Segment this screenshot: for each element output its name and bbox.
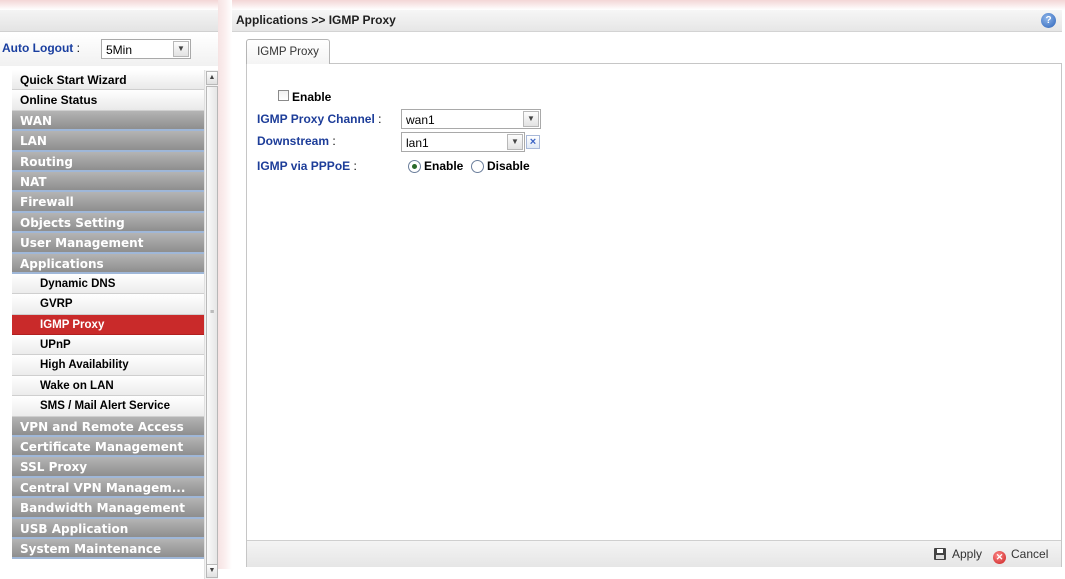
sidebar-item-igmp-proxy[interactable]: IGMP Proxy bbox=[12, 314, 204, 336]
sidebar: Auto Logout : 5Min ▼ Quick Start Wizard O… bbox=[0, 10, 218, 579]
sidebar-item-applications[interactable]: Applications bbox=[12, 253, 204, 274]
sidebar-item-system-maintenance[interactable]: System Maintenance bbox=[12, 538, 204, 560]
sidebar-item-routing[interactable]: Routing bbox=[12, 151, 204, 172]
sidebar-item-vpn-and-remote-access[interactable]: VPN and Remote Access bbox=[12, 416, 204, 438]
downstream-label: Downstream : bbox=[257, 134, 336, 148]
sidebar-item-sms-mail-alert-service[interactable]: SMS / Mail Alert Service bbox=[12, 396, 204, 417]
auto-logout-select[interactable]: 5Min ▼ bbox=[101, 39, 191, 59]
pppoe-disable-radio[interactable] bbox=[471, 160, 484, 173]
auto-logout-bar: Auto Logout : 5Min ▼ bbox=[0, 34, 218, 66]
proxy-channel-select[interactable]: wan1 ▼ bbox=[401, 109, 541, 129]
sidebar-item-usb-application[interactable]: USB Application bbox=[12, 518, 204, 539]
sidebar-item-nat[interactable]: NAT bbox=[12, 171, 204, 193]
sidebar-menu: Quick Start Wizard Online Status WAN LAN Rou… bbox=[12, 70, 204, 560]
pppoe-label: IGMP via PPPoE : bbox=[257, 159, 357, 173]
sidebar-item-user-management[interactable]: User Management bbox=[12, 233, 204, 254]
help-icon[interactable]: ? bbox=[1041, 13, 1056, 28]
sidebar-item-high-availability[interactable]: High Availability bbox=[12, 355, 204, 376]
title-bar: Applications >> IGMP Proxy ? bbox=[232, 10, 1062, 32]
sidebar-item-firewall[interactable]: Firewall bbox=[12, 192, 204, 213]
pppoe-disable-label: Disable bbox=[487, 159, 530, 173]
frame-divider bbox=[218, 0, 232, 569]
pppoe-enable-label: Enable bbox=[424, 159, 464, 173]
cancel-button[interactable]: ✕ Cancel bbox=[993, 547, 1048, 564]
sidebar-item-wake-on-lan[interactable]: Wake on LAN bbox=[12, 375, 204, 397]
main-panel: IGMP Proxy Enable IGMP Proxy Channel : w… bbox=[246, 39, 1062, 567]
top-strip bbox=[0, 0, 1065, 10]
scroll-up-icon[interactable]: ▲ bbox=[206, 71, 218, 85]
sidebar-item-bandwidth-management[interactable]: Bandwidth Management bbox=[12, 498, 204, 519]
chevron-down-icon: ▼ bbox=[507, 134, 523, 150]
sidebar-item-central-vpn-managem[interactable]: Central VPN Managem... bbox=[12, 477, 204, 499]
sidebar-item-quick-start-wizard[interactable]: Quick Start Wizard bbox=[12, 70, 204, 91]
pppoe-enable-radio[interactable] bbox=[408, 160, 421, 173]
sidebar-item-wan[interactable]: WAN bbox=[12, 110, 204, 132]
sidebar-item-objects-setting[interactable]: Objects Setting bbox=[12, 212, 204, 234]
downstream-select[interactable]: lan1 ▼ bbox=[401, 132, 525, 152]
sidebar-item-ssl-proxy[interactable]: SSL Proxy bbox=[12, 457, 204, 478]
sidebar-scrollbar[interactable]: ▲ ≡ ▼ bbox=[204, 70, 218, 579]
chevron-down-icon: ▼ bbox=[173, 41, 189, 57]
grip-icon: ≡ bbox=[210, 309, 215, 316]
disk-icon bbox=[934, 548, 946, 560]
tab-igmp-proxy[interactable]: IGMP Proxy bbox=[246, 39, 330, 64]
proxy-channel-label: IGMP Proxy Channel : bbox=[257, 112, 382, 126]
enable-label: Enable bbox=[292, 90, 332, 104]
sidebar-item-dynamic-dns[interactable]: Dynamic DNS bbox=[12, 273, 204, 295]
auto-logout-value: 5Min bbox=[106, 43, 133, 57]
downstream-value: lan1 bbox=[406, 136, 429, 150]
scroll-down-icon[interactable]: ▼ bbox=[206, 564, 218, 578]
breadcrumb: Applications >> IGMP Proxy bbox=[236, 13, 396, 27]
content-box: Enable IGMP Proxy Channel : wan1 ▼ Downs… bbox=[246, 63, 1062, 567]
scroll-thumb[interactable]: ≡ bbox=[206, 86, 218, 566]
close-icon[interactable]: × bbox=[526, 135, 540, 149]
enable-checkbox[interactable] bbox=[278, 90, 289, 101]
sidebar-item-gvrp[interactable]: GVRP bbox=[12, 294, 204, 315]
sidebar-item-upnp[interactable]: UPnP bbox=[12, 335, 204, 356]
auto-logout-label: Auto Logout : bbox=[2, 41, 80, 55]
footer-bar: Apply ✕ Cancel bbox=[247, 540, 1061, 567]
sidebar-item-certificate-management[interactable]: Certificate Management bbox=[12, 437, 204, 458]
proxy-channel-value: wan1 bbox=[406, 113, 435, 127]
sidebar-item-lan[interactable]: LAN bbox=[12, 131, 204, 152]
chevron-down-icon: ▼ bbox=[523, 111, 539, 127]
sidebar-item-online-status[interactable]: Online Status bbox=[12, 90, 204, 111]
cancel-icon: ✕ bbox=[993, 551, 1006, 564]
apply-button[interactable]: Apply bbox=[934, 547, 982, 561]
sidebar-header bbox=[0, 10, 218, 32]
